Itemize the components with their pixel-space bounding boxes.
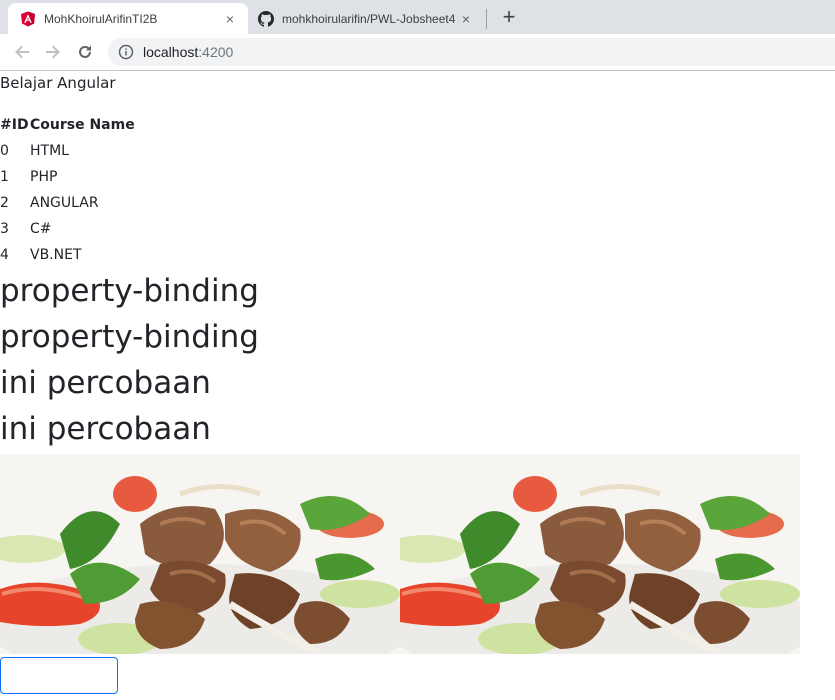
id-column-header: #ID <box>0 117 29 133</box>
browser-toolbar: localhost:4200 <box>0 34 835 71</box>
back-arrow-icon <box>15 45 29 59</box>
percobaan-heading: ini percobaan <box>0 365 211 401</box>
new-tab-button[interactable]: + <box>497 4 521 29</box>
courses-table: #ID Course Name 0 HTML 1 PHP 2 ANGULAR 3… <box>0 112 135 268</box>
reload-icon <box>79 45 91 58</box>
github-icon <box>258 10 274 27</box>
reload-button[interactable] <box>73 40 97 64</box>
table-row: 0 HTML <box>0 138 135 164</box>
url-port: :4200 <box>198 44 234 60</box>
course-name-cell: PHP <box>30 169 58 185</box>
table-row: 4 VB.NET <box>0 242 135 268</box>
course-id-cell: 4 <box>0 247 9 263</box>
course-name-cell: VB.NET <box>30 247 82 263</box>
tab-angular-app[interactable]: MohKhoirulArifinTI2B × <box>8 3 248 34</box>
course-id-cell: 0 <box>0 143 9 159</box>
food-image <box>400 454 800 654</box>
info-icon[interactable] <box>118 44 134 60</box>
forward-arrow-icon <box>46 45 60 59</box>
tab-title: MohKhoirulArifinTI2B <box>44 11 158 26</box>
address-bar[interactable]: localhost:4200 <box>108 38 835 66</box>
page-title: Belajar Angular <box>0 74 116 92</box>
url-text: localhost:4200 <box>143 44 233 60</box>
image-row <box>0 454 835 654</box>
url-host: localhost <box>143 44 199 60</box>
course-name-column-header: Course Name <box>30 117 135 133</box>
table-row: 2 ANGULAR <box>0 190 135 216</box>
table-row: 1 PHP <box>0 164 135 190</box>
percobaan-heading: ini percobaan <box>0 411 211 447</box>
course-name-cell: C# <box>30 221 52 237</box>
food-image <box>0 454 400 654</box>
browser-tab-strip: MohKhoirulArifinTI2B × mohkhoirularifin/… <box>0 0 835 34</box>
course-id-cell: 3 <box>0 221 9 237</box>
close-tab-icon[interactable]: × <box>222 11 238 27</box>
table-header-row: #ID Course Name <box>0 112 135 138</box>
close-tab-icon[interactable]: × <box>458 11 474 27</box>
course-name-cell: HTML <box>30 143 69 159</box>
tab-separator <box>486 9 487 29</box>
table-row: 3 C# <box>0 216 135 242</box>
course-name-cell: ANGULAR <box>30 195 99 211</box>
property-binding-heading: property-binding <box>0 273 259 309</box>
course-id-cell: 1 <box>0 169 9 185</box>
page-content: Belajar Angular #ID Course Name 0 HTML 1… <box>0 71 835 694</box>
back-button[interactable] <box>10 40 34 64</box>
forward-button[interactable] <box>41 40 65 64</box>
course-id-cell: 2 <box>0 195 9 211</box>
tab-title: mohkhoirularifin/PWL-Jobsheet4 <box>282 11 456 26</box>
angular-icon <box>21 11 35 26</box>
text-input[interactable] <box>0 657 118 694</box>
tab-github[interactable]: mohkhoirularifin/PWL-Jobsheet4 × <box>248 3 484 34</box>
property-binding-heading: property-binding <box>0 319 259 355</box>
